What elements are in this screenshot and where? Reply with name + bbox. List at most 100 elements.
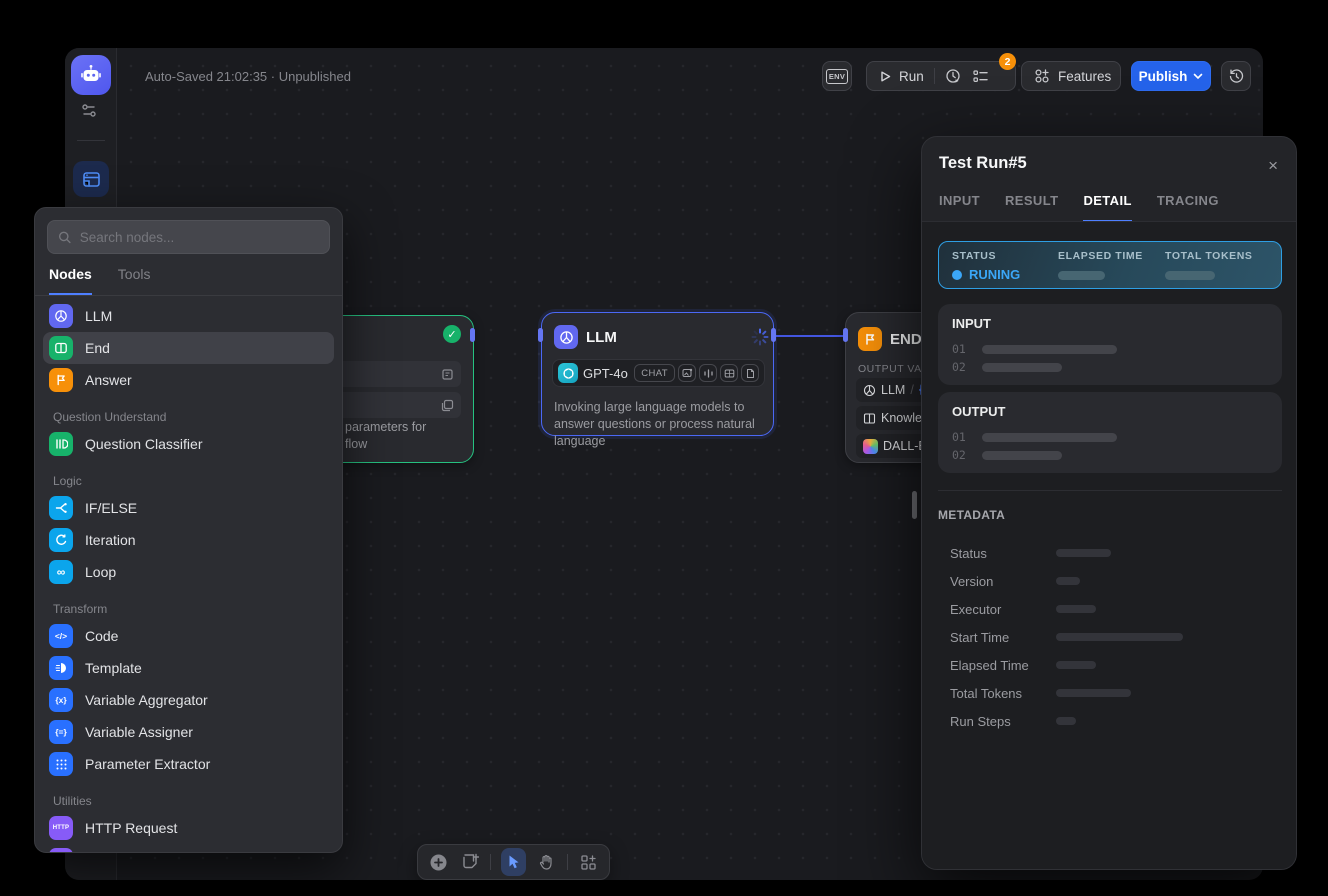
if-else-icon xyxy=(49,496,73,520)
history-icon xyxy=(1228,68,1245,85)
skeleton-bar xyxy=(982,451,1062,460)
skeleton-bar xyxy=(982,433,1117,442)
node-item-if-else[interactable]: IF/ELSE xyxy=(43,492,334,524)
dalle-icon xyxy=(863,439,878,454)
chevron-down-icon xyxy=(1193,73,1203,80)
tab-detail[interactable]: DETAIL xyxy=(1083,193,1131,222)
metadata-row-executor: Executor xyxy=(950,599,1270,619)
app-robot-avatar[interactable] xyxy=(71,55,111,95)
input-row-1: 01 xyxy=(952,342,1117,356)
run-toolbar-group: Run xyxy=(866,61,1016,91)
play-icon xyxy=(879,70,892,83)
skeleton-bar xyxy=(1056,661,1096,669)
node-item-end[interactable]: End xyxy=(43,332,334,364)
edge-handle[interactable] xyxy=(771,328,776,342)
node-item-list-operator[interactable]: List Operator xyxy=(43,844,334,853)
skeleton-bar xyxy=(1056,605,1096,613)
preferences-sliders-icon[interactable] xyxy=(79,102,99,120)
chat-mode-badge: CHAT xyxy=(634,364,675,382)
tab-input[interactable]: INPUT xyxy=(939,193,980,222)
skeleton-bar xyxy=(1056,717,1076,725)
node-item-parameter-extractor[interactable]: Parameter Extractor xyxy=(43,748,334,780)
edge-handle[interactable] xyxy=(843,328,848,342)
search-icon xyxy=(58,230,72,245)
skeleton-bar xyxy=(1056,633,1183,641)
checklist-icon[interactable] xyxy=(972,68,989,85)
edge-handle[interactable] xyxy=(470,328,475,342)
node-item-loop[interactable]: ∞ Loop xyxy=(43,556,334,588)
iteration-icon xyxy=(49,528,73,552)
model-capability-badges: CHAT xyxy=(634,364,759,382)
llm-icon xyxy=(49,304,73,328)
knowledge-book-icon xyxy=(863,412,876,425)
elapsed-skeleton xyxy=(1058,271,1105,280)
tokens-skeleton xyxy=(1165,271,1215,280)
node-item-question-classifier[interactable]: Question Classifier xyxy=(43,428,334,460)
autosave-status: Auto-Saved 21:02:35 · Unpublished xyxy=(145,69,351,84)
tab-result[interactable]: RESULT xyxy=(1005,193,1058,222)
output-row-2: 02 xyxy=(952,448,1062,462)
toolbar-separator xyxy=(567,854,568,870)
output-row-1: 01 xyxy=(952,430,1117,444)
llm-node[interactable]: LLM GPT-4o CHAT Invoking large language … xyxy=(541,312,774,436)
skeleton-bar xyxy=(982,363,1062,372)
tab-tools[interactable]: Tools xyxy=(118,266,151,295)
add-note-button[interactable] xyxy=(459,850,480,874)
version-history-button[interactable] xyxy=(1221,61,1251,91)
add-node-button[interactable] xyxy=(428,850,449,874)
run-history-icon[interactable] xyxy=(945,68,962,85)
pointer-tool-button[interactable] xyxy=(501,848,526,876)
close-icon[interactable]: × xyxy=(1268,156,1278,176)
run-button[interactable]: Run xyxy=(879,69,924,84)
app-window-icon[interactable] xyxy=(73,161,109,197)
node-item-llm[interactable]: LLM xyxy=(43,300,334,332)
metadata-row-version: Version xyxy=(950,571,1270,591)
end-icon xyxy=(49,336,73,360)
publish-button[interactable]: Publish xyxy=(1131,61,1211,91)
node-search-input[interactable] xyxy=(80,230,319,245)
llm-node-title: LLM xyxy=(586,329,617,346)
node-item-template[interactable]: Template xyxy=(43,652,334,684)
node-item-variable-assigner[interactable]: {=} Variable Assigner xyxy=(43,716,334,748)
edge-handle[interactable] xyxy=(538,328,543,342)
publish-label: Publish xyxy=(1139,69,1188,84)
env-button[interactable]: ENV xyxy=(822,61,852,91)
skeleton-bar xyxy=(1056,577,1080,585)
node-item-code[interactable]: </> Code xyxy=(43,620,334,652)
features-button[interactable]: Features xyxy=(1021,61,1121,91)
metadata-row-start-time: Start Time xyxy=(950,627,1270,647)
status-running-value: RUNING xyxy=(952,267,1020,282)
video-capability-icon xyxy=(720,364,738,382)
organize-nodes-button[interactable] xyxy=(578,850,599,874)
tab-tracing[interactable]: TRACING xyxy=(1157,193,1219,222)
env-icon: ENV xyxy=(826,69,848,84)
node-item-iteration[interactable]: Iteration xyxy=(43,524,334,556)
template-icon xyxy=(49,656,73,680)
skeleton-bar xyxy=(1056,549,1111,557)
canvas-scrollbar-handle[interactable] xyxy=(912,491,917,519)
test-run-panel: Test Run#5 × INPUT RESULT DETAIL TRACING… xyxy=(921,136,1297,870)
run-status-card: STATUS RUNING ELAPSED TIME TOTAL TOKENS xyxy=(938,241,1282,289)
run-label: Run xyxy=(899,69,924,84)
paragraph-icon xyxy=(441,399,454,412)
input-card: INPUT 01 02 xyxy=(938,304,1282,385)
features-icon xyxy=(1034,68,1050,84)
code-icon: </> xyxy=(49,624,73,648)
node-list: LLM End Answer Question Understand Quest… xyxy=(35,296,342,853)
canvas-toolbar xyxy=(417,844,610,880)
success-check-icon: ✓ xyxy=(443,325,461,343)
toolbar-separator xyxy=(490,854,491,870)
metadata-row-run-steps: Run Steps xyxy=(950,711,1270,731)
start-node-description: parameters for flow xyxy=(345,419,469,453)
run-panel-tabs: INPUT RESULT DETAIL TRACING xyxy=(939,193,1219,222)
tab-nodes[interactable]: Nodes xyxy=(49,266,92,295)
skeleton-bar xyxy=(1056,689,1131,697)
node-search-box[interactable] xyxy=(47,220,330,254)
node-item-answer[interactable]: Answer xyxy=(43,364,334,396)
hand-tool-button[interactable] xyxy=(536,850,557,874)
node-item-http-request[interactable]: HTTP HTTP Request xyxy=(43,812,334,844)
gpt4o-model-icon xyxy=(558,363,578,383)
model-selector[interactable]: GPT-4o CHAT xyxy=(552,359,765,387)
notification-badge: 2 xyxy=(999,53,1016,70)
node-item-variable-aggregator[interactable]: {x} Variable Aggregator xyxy=(43,684,334,716)
